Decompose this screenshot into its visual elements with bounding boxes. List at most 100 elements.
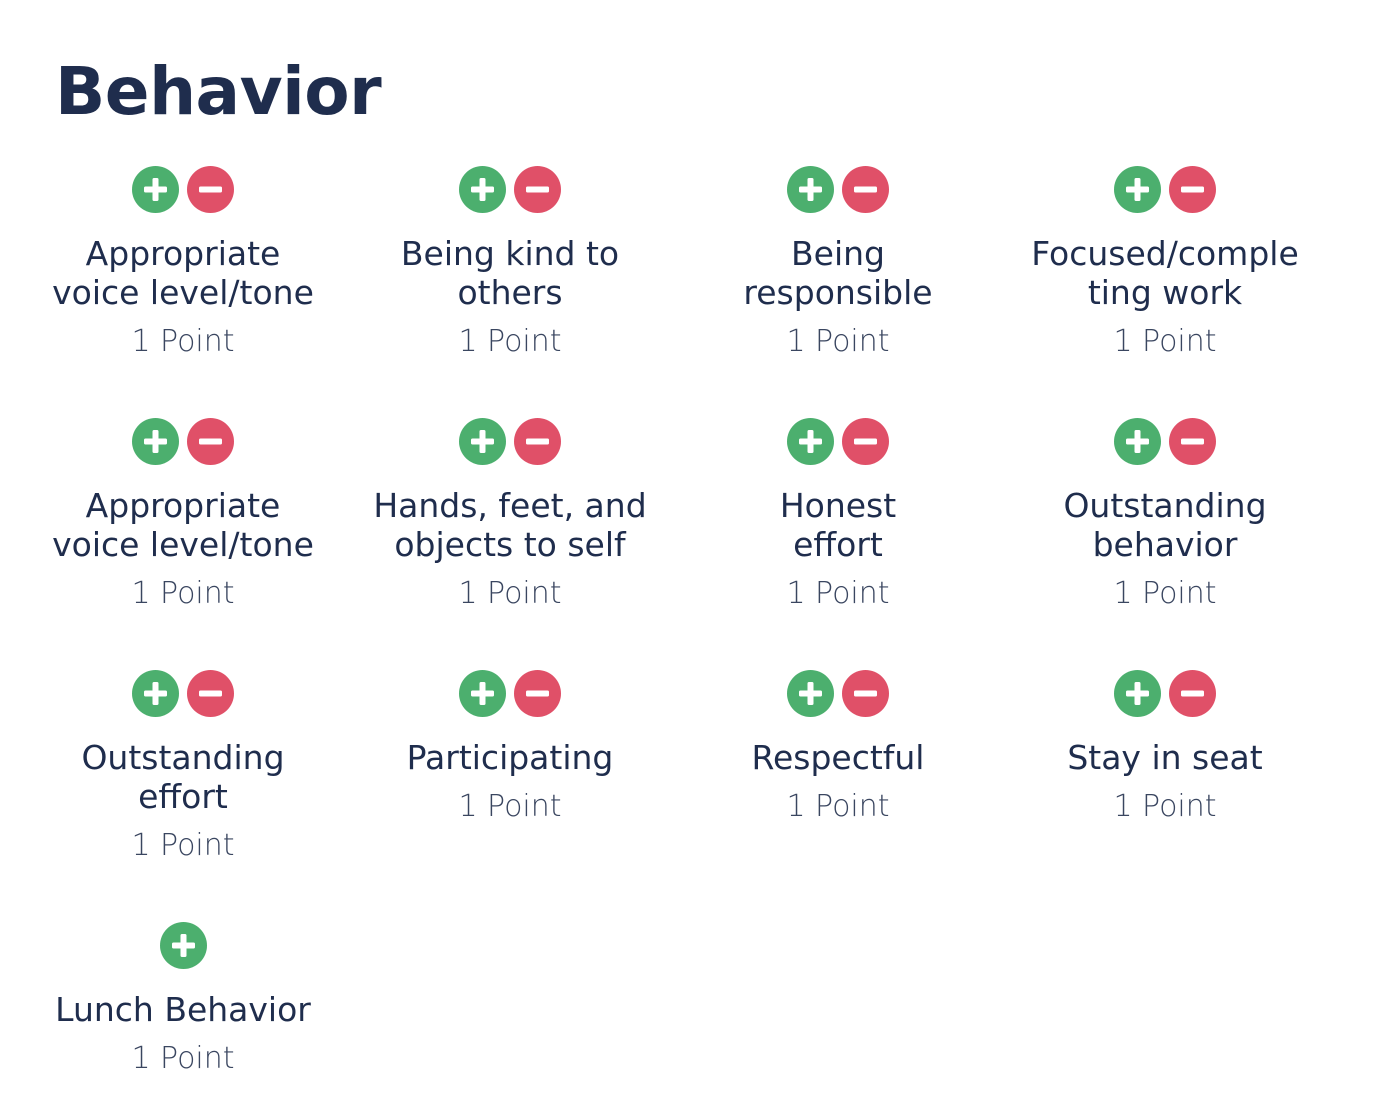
- minus-icon: [526, 438, 549, 445]
- behavior-card: Being kind to others 1 Point: [360, 166, 660, 360]
- add-point-button[interactable]: [459, 670, 506, 717]
- remove-point-button[interactable]: [187, 670, 234, 717]
- behavior-label-line: Focused/comple: [1031, 234, 1299, 273]
- plus-icon: [471, 682, 494, 705]
- behavior-card: Honest effort 1 Point: [688, 418, 988, 612]
- behavior-card: Respectful 1 Point: [688, 670, 988, 825]
- point-buttons: [33, 166, 333, 214]
- point-buttons: [1015, 418, 1315, 466]
- behavior-label: Outstanding behavior: [1015, 486, 1315, 564]
- remove-point-button[interactable]: [187, 166, 234, 213]
- plus-icon: [1126, 178, 1149, 201]
- point-buttons: [688, 418, 988, 466]
- behavior-points: 1 Point: [458, 789, 562, 824]
- plus-icon: [799, 682, 822, 705]
- behavior-label-line: responsible: [743, 273, 933, 312]
- behavior-points: 1 Point: [1113, 789, 1217, 824]
- point-buttons: [1015, 670, 1315, 718]
- behavior-points: 1 Point: [131, 324, 235, 359]
- remove-point-button[interactable]: [514, 418, 561, 465]
- behavior-label-line: Appropriate: [85, 486, 281, 525]
- remove-point-button[interactable]: [514, 166, 561, 213]
- point-buttons: [33, 418, 333, 466]
- point-buttons: [1015, 166, 1315, 214]
- behavior-points: 1 Point: [786, 324, 890, 359]
- behavior-card: Hands, feet, and objects to self 1 Point: [360, 418, 660, 612]
- behavior-label-line: objects to self: [394, 525, 626, 564]
- add-point-button[interactable]: [132, 670, 179, 717]
- behavior-label: Stay in seat: [1015, 738, 1315, 777]
- point-buttons: [33, 670, 333, 718]
- plus-icon: [471, 430, 494, 453]
- remove-point-button[interactable]: [1169, 418, 1216, 465]
- behavior-label-line: Outstanding: [1063, 486, 1267, 525]
- behavior-label-line: Participating: [406, 738, 614, 777]
- behavior-label: Appropriate voice level/tone: [33, 486, 333, 564]
- behavior-points: 1 Point: [131, 1041, 235, 1076]
- behavior-card: Participating 1 Point: [360, 670, 660, 825]
- add-point-button[interactable]: [1114, 670, 1161, 717]
- behavior-label-line: Outstanding: [81, 738, 285, 777]
- behavior-label-line: Appropriate: [85, 234, 281, 273]
- point-buttons: [688, 670, 988, 718]
- behavior-card: Outstanding behavior 1 Point: [1015, 418, 1315, 612]
- point-buttons: [360, 166, 660, 214]
- remove-point-button[interactable]: [1169, 670, 1216, 717]
- behavior-label-line: behavior: [1092, 525, 1238, 564]
- behavior-card: Outstanding effort 1 Point: [33, 670, 333, 864]
- minus-icon: [199, 438, 222, 445]
- minus-icon: [1181, 438, 1204, 445]
- behavior-points: 1 Point: [1113, 324, 1217, 359]
- behavior-card: Lunch Behavior 1 Point: [33, 922, 333, 1077]
- minus-icon: [854, 690, 877, 697]
- point-buttons: [33, 922, 333, 970]
- minus-icon: [199, 186, 222, 193]
- remove-point-button[interactable]: [514, 670, 561, 717]
- behavior-label-line: Lunch Behavior: [55, 990, 311, 1029]
- behavior-label-line: Stay in seat: [1067, 738, 1263, 777]
- add-point-button[interactable]: [787, 166, 834, 213]
- page-title: Behavior: [55, 53, 382, 130]
- plus-icon: [171, 934, 195, 957]
- add-point-button[interactable]: [459, 166, 506, 213]
- point-buttons: [688, 166, 988, 214]
- behavior-points: 1 Point: [131, 576, 235, 611]
- add-point-button[interactable]: [787, 418, 834, 465]
- behavior-points: 1 Point: [786, 789, 890, 824]
- remove-point-button[interactable]: [187, 418, 234, 465]
- behavior-card: Stay in seat 1 Point: [1015, 670, 1315, 825]
- point-buttons: [360, 670, 660, 718]
- plus-icon: [1126, 682, 1149, 705]
- behavior-label-line: others: [457, 273, 563, 312]
- minus-icon: [1181, 186, 1204, 193]
- plus-icon: [799, 430, 822, 453]
- behavior-points: 1 Point: [458, 324, 562, 359]
- plus-icon: [1126, 430, 1149, 453]
- behavior-label: Outstanding effort: [33, 738, 333, 816]
- behavior-card: Focused/comple ting work 1 Point: [1015, 166, 1315, 360]
- add-point-button[interactable]: [787, 670, 834, 717]
- plus-icon: [471, 178, 494, 201]
- behavior-points: 1 Point: [786, 576, 890, 611]
- behavior-label-line: effort: [793, 525, 883, 564]
- behavior-label-line: Honest: [779, 486, 897, 525]
- behavior-label: Respectful: [688, 738, 988, 777]
- plus-icon: [144, 430, 167, 453]
- add-point-button[interactable]: [1114, 166, 1161, 213]
- remove-point-button[interactable]: [842, 418, 889, 465]
- behavior-label: Appropriate voice level/tone: [33, 234, 333, 312]
- minus-icon: [526, 690, 549, 697]
- behavior-label: Honest effort: [688, 486, 988, 564]
- add-point-button[interactable]: [1114, 418, 1161, 465]
- add-point-button[interactable]: [132, 166, 179, 213]
- add-point-button[interactable]: [159, 922, 207, 969]
- behavior-label: Hands, feet, and objects to self: [360, 486, 660, 564]
- add-point-button[interactable]: [132, 418, 179, 465]
- behavior-label-line: effort: [138, 777, 228, 816]
- remove-point-button[interactable]: [842, 670, 889, 717]
- minus-icon: [526, 186, 549, 193]
- remove-point-button[interactable]: [1169, 166, 1216, 213]
- add-point-button[interactable]: [459, 418, 506, 465]
- behavior-label-line: Being: [791, 234, 885, 273]
- remove-point-button[interactable]: [842, 166, 889, 213]
